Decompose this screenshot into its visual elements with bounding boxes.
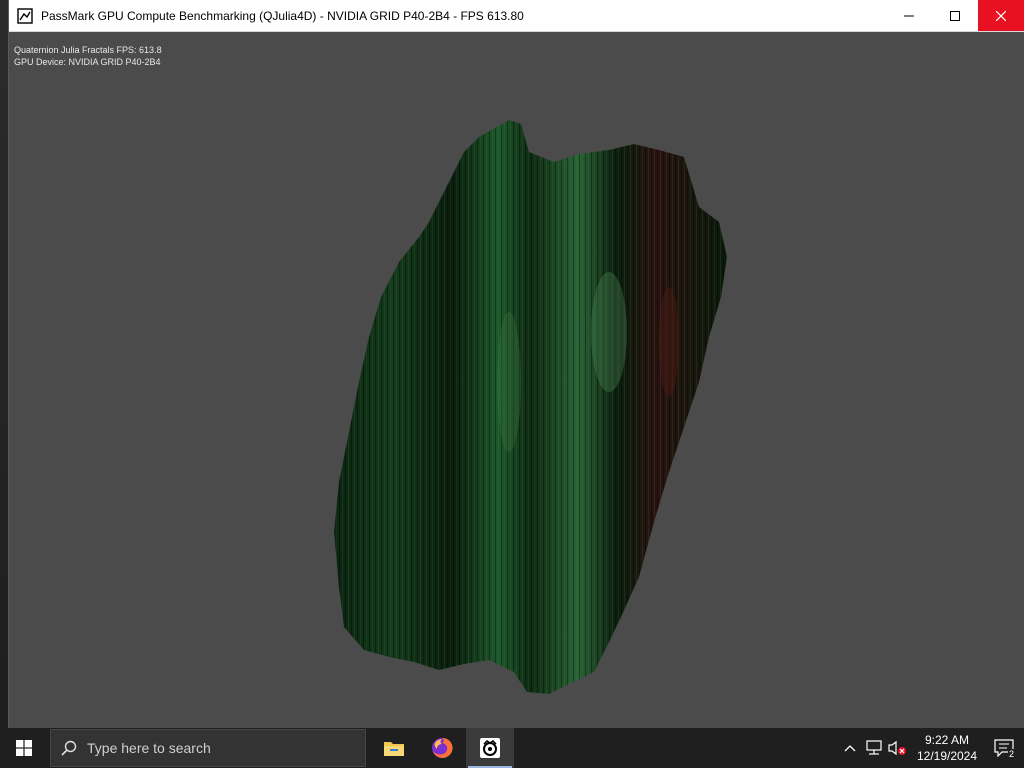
search-icon — [61, 740, 77, 756]
taskbar-apps — [370, 728, 514, 768]
window-controls — [886, 0, 1024, 31]
render-viewport[interactable]: Quaternion Julia Fractals FPS: 613.8 GPU… — [9, 32, 1024, 728]
taskbar-passmark[interactable] — [466, 728, 514, 768]
title-bar[interactable]: PassMark GPU Compute Benchmarking (QJuli… — [9, 0, 1024, 32]
window-title: PassMark GPU Compute Benchmarking (QJuli… — [41, 8, 524, 23]
firefox-icon — [432, 737, 453, 758]
clock-date: 12/19/2024 — [916, 749, 978, 763]
clock-time: 9:22 AM — [924, 733, 970, 747]
minimize-button[interactable] — [886, 0, 932, 31]
minimize-icon — [904, 15, 914, 16]
close-icon — [996, 10, 1006, 21]
show-hidden-icons-button[interactable] — [838, 728, 862, 768]
search-input[interactable] — [85, 739, 339, 757]
julia-fractal-render — [334, 120, 727, 694]
system-tray: 9:22 AM 12/19/2024 2 — [838, 728, 1024, 768]
close-button[interactable] — [978, 0, 1024, 31]
taskbar: 9:22 AM 12/19/2024 2 — [0, 728, 1024, 768]
gpu-device-readout: GPU Device: NVIDIA GRID P40-2B4 — [14, 57, 161, 67]
start-button[interactable] — [0, 728, 48, 768]
passmark-app-icon — [17, 7, 33, 24]
benchmark-window[interactable]: PassMark GPU Compute Benchmarking (QJuli… — [8, 0, 1024, 728]
passmark-icon — [480, 738, 500, 758]
fps-overlay: Quaternion Julia Fractals FPS: 613.8 GPU… — [14, 44, 162, 68]
windows-logo-icon — [16, 740, 32, 756]
folder-icon — [384, 742, 404, 756]
network-button[interactable] — [862, 728, 886, 768]
fps-readout: Quaternion Julia Fractals FPS: 613.8 — [14, 45, 162, 55]
action-center-button[interactable]: 2 — [984, 728, 1024, 768]
maximize-button[interactable] — [932, 0, 978, 31]
network-icon — [866, 740, 882, 755]
volume-button[interactable] — [886, 728, 910, 768]
desktop-screen: PassMark GPU Compute Benchmarking (QJuli… — [0, 0, 1024, 768]
taskbar-firefox[interactable] — [418, 728, 466, 768]
taskbar-file-explorer[interactable] — [370, 728, 418, 768]
chevron-up-icon — [844, 745, 856, 752]
maximize-icon — [950, 10, 960, 21]
volume-muted-icon — [888, 740, 906, 756]
taskbar-search[interactable] — [50, 729, 366, 767]
taskbar-clock[interactable]: 9:22 AM 12/19/2024 — [910, 732, 984, 764]
notification-count-badge: 2 — [1007, 749, 1015, 759]
desktop-background — [0, 0, 8, 728]
